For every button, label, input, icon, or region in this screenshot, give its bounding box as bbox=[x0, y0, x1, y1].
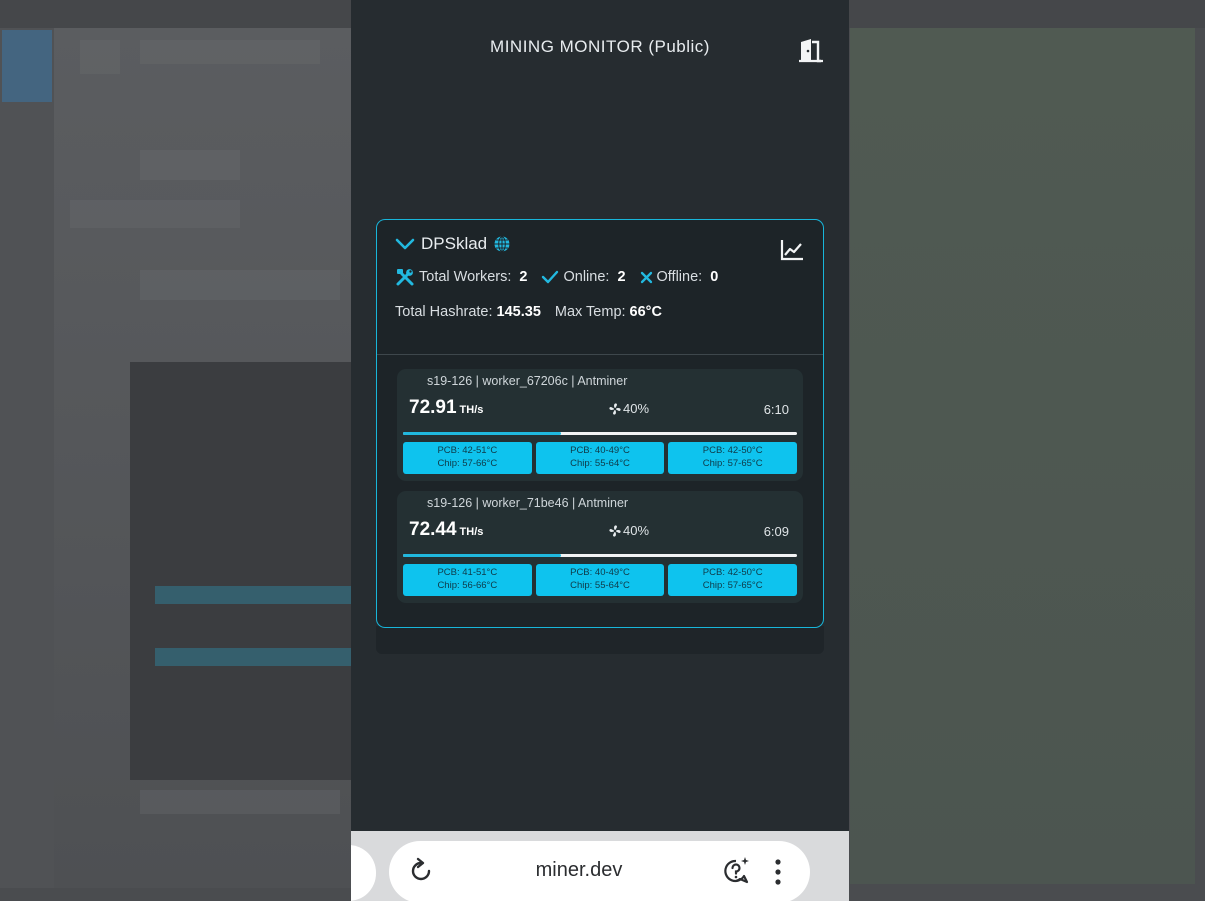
hashboard-2: PCB: 40-49°C Chip: 55-64°C bbox=[535, 564, 665, 596]
board-chip-temp: Chip: 57-66°C bbox=[437, 457, 498, 469]
worker-boards: PCB: 41-51°C Chip: 56-66°C PCB: 40-49°C Ch… bbox=[403, 564, 798, 596]
total-workers-value: 2 bbox=[519, 269, 528, 285]
hashboard-2: PCB: 40-49°C Chip: 55-64°C bbox=[535, 442, 665, 474]
background-blob bbox=[140, 790, 340, 814]
board-chip-temp: Chip: 57-65°C bbox=[702, 579, 763, 591]
browser-toolbar: miner.dev bbox=[351, 831, 849, 901]
worker-fan: 40% bbox=[608, 523, 649, 538]
total-workers-stat: Total Workers: 2 bbox=[395, 267, 527, 287]
background-blob bbox=[140, 270, 340, 300]
help-sparkle-icon[interactable] bbox=[721, 856, 751, 886]
worker-hashrate-unit: TH/s bbox=[459, 404, 484, 416]
worker-progress-fill bbox=[403, 432, 561, 435]
globe-icon bbox=[494, 236, 510, 252]
total-hashrate-stat: Total Hashrate: 145.35 bbox=[395, 304, 541, 320]
background-blob bbox=[70, 200, 240, 228]
card-divider bbox=[377, 354, 823, 355]
background-stripe bbox=[155, 648, 352, 666]
worker-hashrate-value: 72.44 bbox=[409, 519, 457, 540]
online-value: 2 bbox=[617, 269, 626, 285]
board-chip-temp: Chip: 55-64°C bbox=[570, 579, 630, 591]
board-pcb-temp: PCB: 41-51°C bbox=[437, 567, 498, 578]
worker-title: s19-126 | worker_67206c | Antminer bbox=[427, 374, 628, 388]
board-chip-temp: Chip: 56-66°C bbox=[437, 579, 498, 591]
background-right-panel bbox=[850, 28, 1195, 884]
background-left-nav bbox=[0, 28, 54, 888]
tab-switcher-stub[interactable] bbox=[351, 845, 376, 901]
worker-hashrate: 72.44 TH/s bbox=[409, 519, 483, 541]
worker-progress-bar bbox=[403, 554, 797, 557]
hashboard-3: PCB: 42-50°C Chip: 57-65°C bbox=[668, 564, 798, 596]
line-chart-icon[interactable] bbox=[779, 238, 805, 262]
cross-icon bbox=[640, 271, 652, 283]
app-title: MINING MONITOR (Public) bbox=[490, 37, 710, 56]
exit-door-icon[interactable] bbox=[797, 36, 825, 64]
offline-label: Offline: bbox=[656, 269, 703, 285]
url-text[interactable]: miner.dev bbox=[389, 859, 769, 882]
background-stripe bbox=[155, 586, 352, 604]
group-stats: Total Workers: 2 Online: 2 Offline: 0 bbox=[395, 267, 724, 287]
background-blob bbox=[80, 40, 120, 74]
tools-icon bbox=[396, 269, 414, 286]
hashboard-3: PCB: 42-50°C Chip: 57-65°C bbox=[668, 442, 798, 474]
worker-card[interactable]: s19-126 | worker_67206c | Antminer 72.91… bbox=[397, 369, 803, 481]
kebab-menu-icon[interactable] bbox=[773, 858, 783, 886]
address-bar[interactable]: miner.dev bbox=[389, 841, 810, 901]
board-chip-temp: Chip: 55-64°C bbox=[570, 457, 630, 469]
hashboard-1: PCB: 42-51°C Chip: 57-66°C bbox=[403, 442, 532, 474]
background-blue-block bbox=[2, 30, 52, 102]
board-chip-temp: Chip: 57-65°C bbox=[702, 457, 763, 469]
offline-value: 0 bbox=[710, 269, 719, 285]
card-footer-shadow bbox=[376, 626, 824, 654]
worker-uptime: 6:10 bbox=[763, 402, 789, 417]
offline-stat: Offline: 0 bbox=[640, 269, 719, 285]
worker-fan-value: 40% bbox=[623, 523, 650, 538]
group-summary: Total Hashrate: 145.35 Max Temp: 66°C bbox=[395, 304, 662, 320]
group-name: DPSklad bbox=[421, 234, 488, 253]
worker-hashrate-value: 72.91 bbox=[409, 397, 457, 418]
worker-boards: PCB: 42-51°C Chip: 57-66°C PCB: 40-49°C Ch… bbox=[403, 442, 798, 474]
total-hashrate-value: 145.35 bbox=[496, 304, 541, 320]
check-icon bbox=[542, 270, 559, 284]
worker-title: s19-126 | worker_71be46 | Antminer bbox=[427, 496, 629, 510]
board-pcb-temp: PCB: 42-50°C bbox=[702, 445, 763, 456]
total-hashrate-label: Total Hashrate: bbox=[395, 304, 493, 320]
chevron-down-icon[interactable] bbox=[395, 237, 415, 251]
worker-fan: 40% bbox=[608, 401, 649, 416]
worker-hashrate-unit: TH/s bbox=[459, 526, 484, 538]
max-temp-label: Max Temp: bbox=[554, 304, 626, 320]
worker-progress-fill bbox=[403, 554, 561, 557]
phone-screen: MINING MONITOR (Public) DPSklad Total Wo… bbox=[351, 0, 849, 901]
max-temp-value: 66°C bbox=[629, 304, 662, 320]
background-dark-panel bbox=[130, 362, 352, 780]
worker-fan-value: 40% bbox=[623, 401, 650, 416]
background-blob bbox=[140, 150, 240, 180]
worker-progress-bar bbox=[403, 432, 797, 435]
fan-icon bbox=[609, 402, 621, 415]
background-blob bbox=[140, 40, 320, 64]
board-pcb-temp: PCB: 42-50°C bbox=[702, 567, 763, 578]
board-pcb-temp: PCB: 40-49°C bbox=[570, 567, 630, 578]
online-stat: Online: 2 bbox=[541, 269, 626, 285]
board-pcb-temp: PCB: 42-51°C bbox=[437, 445, 498, 456]
fan-icon bbox=[609, 524, 621, 537]
worker-uptime: 6:09 bbox=[763, 524, 789, 539]
total-workers-label: Total Workers: bbox=[419, 269, 512, 285]
group-card: DPSklad Total Workers: 2 Online: 2 Offli… bbox=[376, 219, 824, 628]
hashboard-1: PCB: 41-51°C Chip: 56-66°C bbox=[403, 564, 532, 596]
max-temp-stat: Max Temp: 66°C bbox=[555, 304, 662, 320]
worker-hashrate: 72.91 TH/s bbox=[409, 397, 483, 419]
group-header[interactable]: DPSklad bbox=[395, 234, 511, 254]
online-label: Online: bbox=[563, 269, 610, 285]
board-pcb-temp: PCB: 40-49°C bbox=[570, 445, 630, 456]
worker-card[interactable]: s19-126 | worker_71be46 | Antminer 72.44… bbox=[397, 491, 803, 603]
